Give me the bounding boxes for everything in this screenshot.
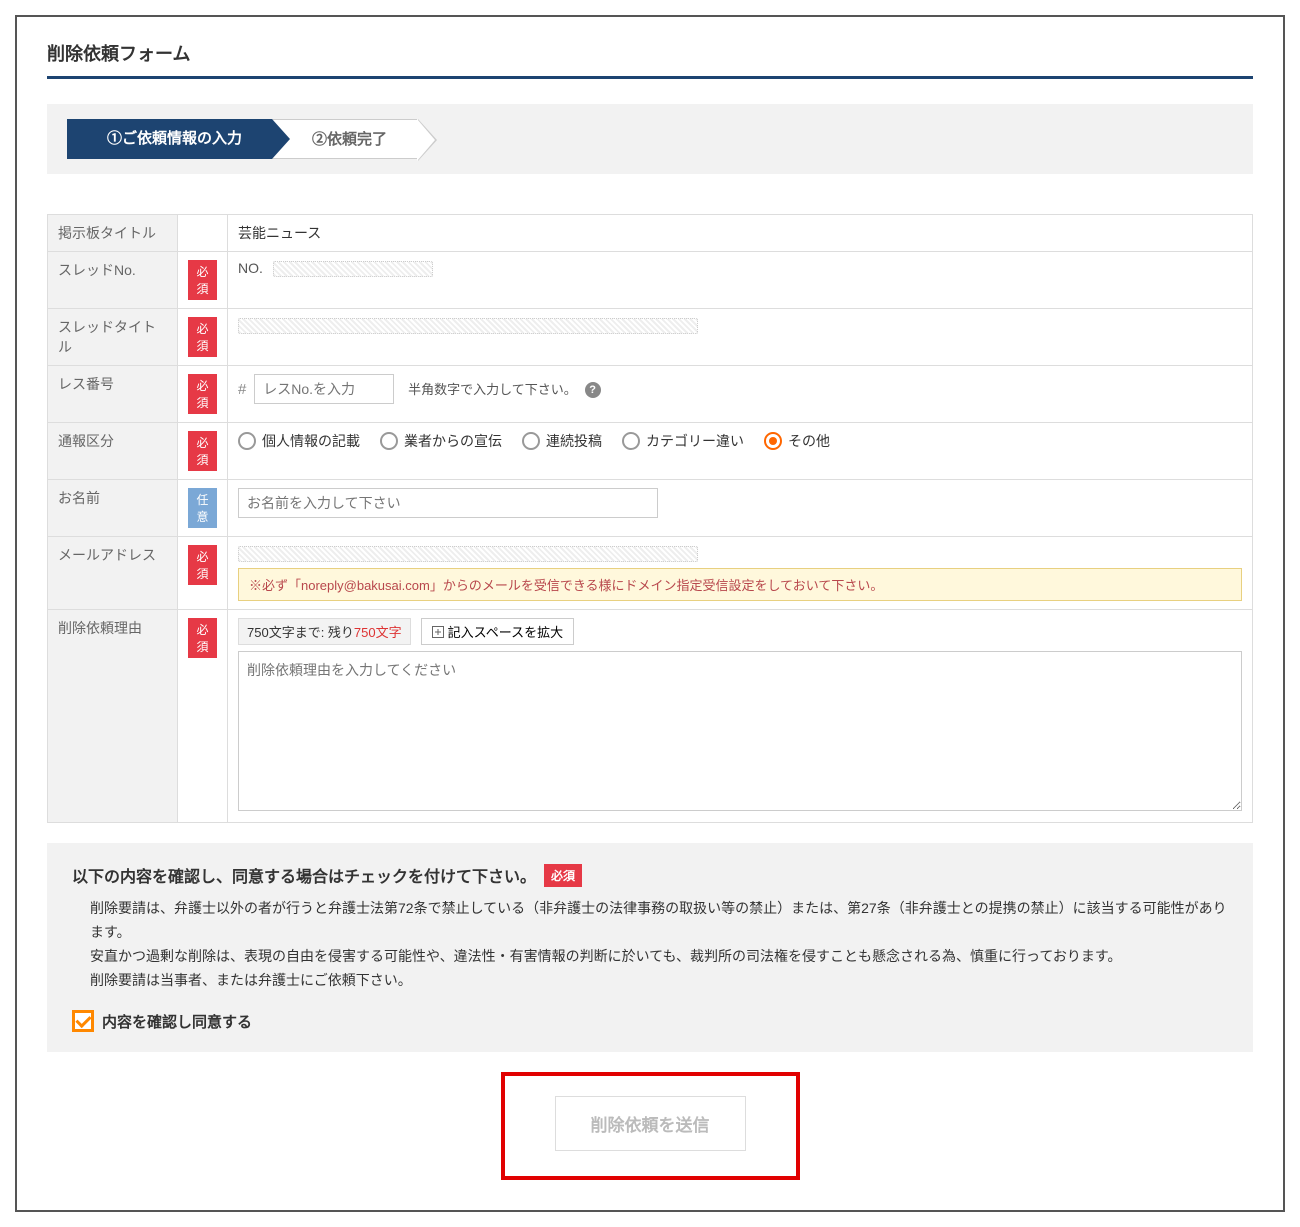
required-badge: 必須 <box>188 260 217 300</box>
radio-label: カテゴリー違い <box>646 431 744 451</box>
thread-no-value: x <box>273 261 433 277</box>
required-badge: 必須 <box>544 864 582 887</box>
radio-icon <box>238 432 256 450</box>
email-value: x <box>238 546 698 562</box>
radio-icon <box>764 432 782 450</box>
res-no-hint: 半角数字で入力して下さい。 <box>408 382 577 397</box>
required-badge: 必須 <box>188 317 217 357</box>
radio-label: 業者からの宣伝 <box>404 431 502 451</box>
char-counter: 750文字まで: 残り750文字 <box>238 618 411 645</box>
step-2: ②依頼完了 <box>272 119 417 159</box>
reason-textarea[interactable] <box>238 651 1242 811</box>
help-icon[interactable]: ? <box>585 382 601 398</box>
submit-button[interactable]: 削除依頼を送信 <box>555 1096 746 1151</box>
radio-icon <box>622 432 640 450</box>
required-badge: 必須 <box>188 374 217 414</box>
radio-vendor-promo[interactable]: 業者からの宣伝 <box>380 431 502 451</box>
agree-checkbox-label: 内容を確認し同意する <box>102 1011 252 1032</box>
email-domain-note: ※必ず「noreply@bakusai.com」からのメールを受信できる様にドメ… <box>238 568 1242 601</box>
value-board-title: 芸能ニュース <box>228 215 1253 252</box>
hash-prefix: # <box>238 381 246 398</box>
thread-title-value: x <box>238 318 698 334</box>
radio-other[interactable]: その他 <box>764 431 830 451</box>
label-res-no: レス番号 <box>48 366 178 423</box>
required-badge: 必須 <box>188 431 217 471</box>
form-container: 削除依頼フォーム ①ご依頼情報の入力 ②依頼完了 掲示板タイトル 芸能ニュース … <box>15 15 1285 1212</box>
thread-no-prefix: NO. <box>238 260 263 276</box>
radio-icon <box>380 432 398 450</box>
radio-label: 個人情報の記載 <box>262 431 360 451</box>
optional-badge: 任意 <box>188 488 217 528</box>
label-report-type: 通報区分 <box>48 423 178 480</box>
form-table: 掲示板タイトル 芸能ニュース スレッドNo. 必須 NO. x スレッドタイトル… <box>47 214 1253 823</box>
radio-wrong-category[interactable]: カテゴリー違い <box>622 431 744 451</box>
label-thread-title: スレッドタイトル <box>48 309 178 366</box>
agree-checkbox[interactable] <box>72 1010 94 1032</box>
res-no-input[interactable] <box>254 374 394 404</box>
label-thread-no: スレッドNo. <box>48 252 178 309</box>
name-input[interactable] <box>238 488 658 518</box>
label-board-title: 掲示板タイトル <box>48 215 178 252</box>
radio-label: 連続投稿 <box>546 431 602 451</box>
page-title: 削除依頼フォーム <box>47 32 1253 79</box>
agreement-body: 削除要請は、弁護士以外の者が行うと弁護士法第72条で禁止している（非弁護士の法律… <box>72 897 1228 992</box>
plus-icon <box>432 626 444 638</box>
steps-bar: ①ご依頼情報の入力 ②依頼完了 <box>47 104 1253 174</box>
step-1: ①ご依頼情報の入力 <box>67 119 272 159</box>
report-type-radio-group: 個人情報の記載 業者からの宣伝 連続投稿 カテゴリー違い <box>238 431 1242 451</box>
radio-spam[interactable]: 連続投稿 <box>522 431 602 451</box>
required-badge: 必須 <box>188 545 217 585</box>
expand-textarea-button[interactable]: 記入スペースを拡大 <box>421 618 574 645</box>
label-reason: 削除依頼理由 <box>48 610 178 823</box>
label-name: お名前 <box>48 480 178 537</box>
submit-highlight-box: 削除依頼を送信 <box>501 1072 800 1180</box>
agreement-header-text: 以下の内容を確認し、同意する場合はチェックを付けて下さい。 <box>72 863 536 887</box>
radio-icon <box>522 432 540 450</box>
radio-personal-info[interactable]: 個人情報の記載 <box>238 431 360 451</box>
required-badge: 必須 <box>188 618 217 658</box>
agreement-box: 以下の内容を確認し、同意する場合はチェックを付けて下さい。 必須 削除要請は、弁… <box>47 843 1253 1052</box>
label-email: メールアドレス <box>48 537 178 610</box>
radio-label: その他 <box>788 431 830 451</box>
